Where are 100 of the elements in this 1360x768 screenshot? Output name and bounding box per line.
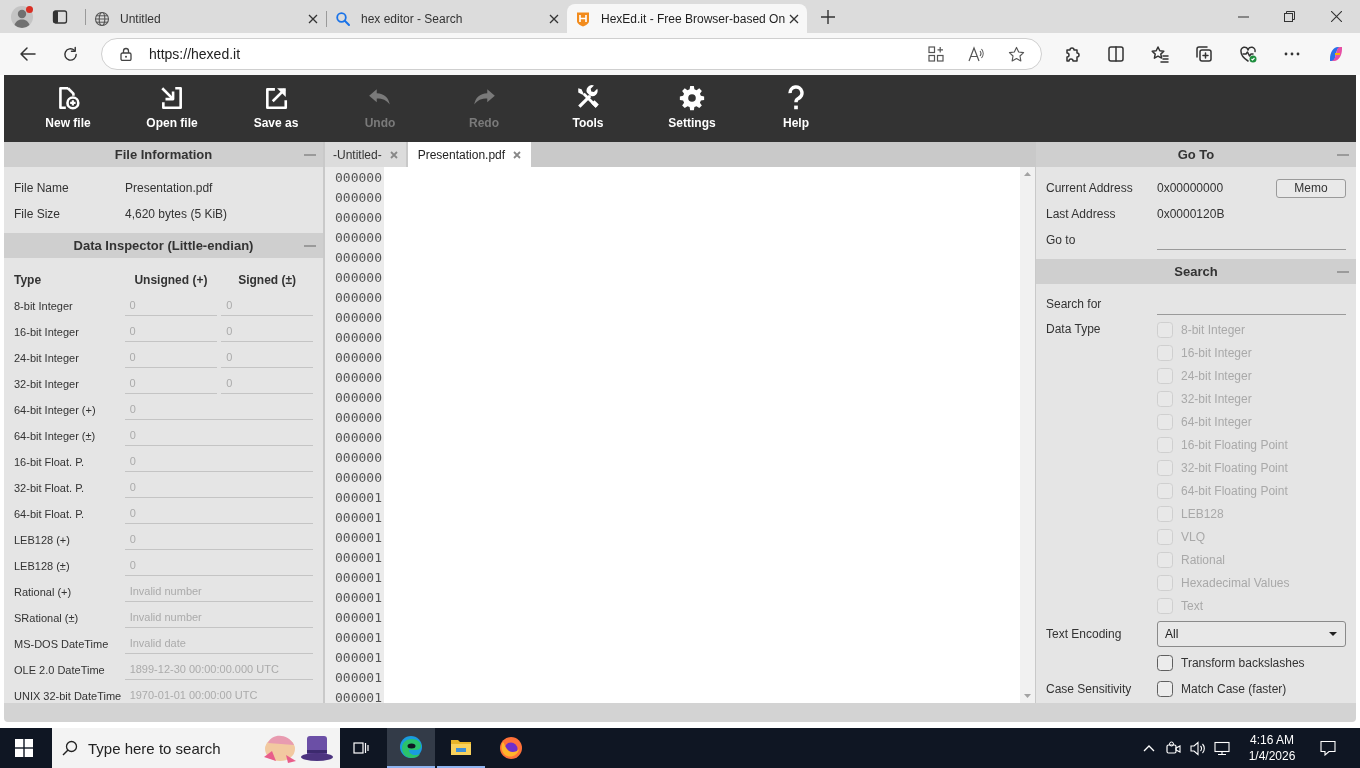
read-aloud-icon[interactable] — [968, 46, 984, 62]
panel-header: Search — [1036, 259, 1356, 284]
toolbar-button[interactable]: Save as — [224, 75, 328, 142]
close-icon[interactable] — [1331, 11, 1342, 22]
offset-label: 000000 — [335, 429, 383, 447]
speaker-icon[interactable] — [1190, 740, 1206, 756]
offset-label: 000000 — [335, 349, 383, 367]
chevron-up-icon[interactable] — [1143, 744, 1155, 752]
task-view-icon[interactable] — [353, 740, 369, 756]
network-monitor-icon[interactable] — [1214, 740, 1230, 756]
tools-icon — [575, 85, 601, 111]
tab-actions-icon[interactable] — [52, 8, 68, 25]
browser-tab[interactable]: Untitled — [86, 4, 326, 33]
taskbar-search-box[interactable]: Type here to search — [52, 728, 340, 768]
field-label: LEB128 (+) — [14, 532, 71, 548]
toolbar-button[interactable]: Help — [744, 75, 848, 142]
field-label: 16-bit Integer — [14, 324, 80, 340]
offset-label: 000000 — [335, 329, 383, 347]
field-label: 64-bit Integer (+) — [14, 402, 97, 418]
field-label: Go to — [1046, 232, 1077, 249]
search-icon — [335, 10, 351, 27]
profile-avatar-icon[interactable] — [10, 4, 34, 29]
field-label: OLE 2.0 DateTime — [14, 662, 106, 678]
text-encoding-dropdown[interactable]: All — [1157, 621, 1346, 647]
checkbox-label: VLQ — [1181, 528, 1205, 546]
field-label: Search for — [1046, 296, 1103, 313]
offset-label: 000001 — [335, 529, 383, 547]
folder-icon — [450, 738, 472, 756]
favorite-star-icon[interactable] — [1008, 45, 1025, 63]
field-label: UNIX 32-bit DateTime — [14, 688, 123, 703]
field-label: 16-bit Float. P. — [14, 454, 86, 470]
field-label: 32-bit Integer — [14, 376, 80, 392]
close-icon[interactable] — [789, 13, 799, 24]
field-value: 0x00000000 — [1157, 180, 1224, 197]
memo-button[interactable]: Memo — [1276, 178, 1346, 198]
settings-icon — [679, 85, 705, 111]
column-header: Type — [14, 272, 43, 289]
offset-label: 000000 — [335, 189, 383, 207]
taskbar-app-button[interactable] — [387, 728, 435, 768]
split-screen-icon[interactable] — [1107, 45, 1125, 63]
field-value: Presentation.pdf — [125, 180, 213, 197]
taskbar-clock[interactable]: 4:16 AM 1/4/2026 — [1242, 732, 1302, 764]
back-arrow-icon[interactable] — [19, 45, 37, 63]
field-label: LEB128 (±) — [14, 558, 71, 574]
toolbar-button[interactable]: Tools — [536, 75, 640, 142]
close-icon[interactable] — [308, 13, 318, 24]
offset-label: 000001 — [335, 589, 383, 607]
taskbar-search-field[interactable]: Type here to search — [88, 736, 238, 760]
offset-label: 000000 — [335, 169, 383, 187]
toolbar-button[interactable]: Settings — [640, 75, 744, 142]
browser-tab[interactable]: HexEd.it - Free Browser-based On — [567, 4, 807, 33]
restore-icon[interactable] — [1284, 11, 1295, 22]
heart-pulse-icon[interactable] — [1239, 45, 1257, 63]
checkbox-label: Match Case (faster) — [1181, 681, 1287, 698]
offset-label: 000001 — [335, 669, 383, 687]
field-label: 64-bit Float. P. — [14, 506, 86, 522]
file-tab[interactable]: -Untitled- — [325, 142, 406, 167]
browser-tab[interactable]: hex editor - Search — [327, 4, 567, 33]
field-value: 4,620 bytes (5 KiB) — [125, 206, 228, 223]
field-label: Text Encoding — [1046, 626, 1123, 643]
new-tab-icon[interactable] — [821, 9, 835, 24]
offset-label: 000001 — [335, 689, 383, 703]
globe-icon — [94, 10, 110, 27]
app-grid-icon[interactable] — [928, 46, 944, 62]
checkbox-label: 32-bit Integer — [1181, 390, 1252, 408]
copilot-icon[interactable] — [1327, 45, 1345, 63]
favorites-icon[interactable] — [1151, 45, 1169, 63]
meet-camera-icon[interactable] — [1166, 740, 1181, 756]
field-label: 24-bit Integer — [14, 350, 80, 366]
extensions-puzzle-icon[interactable] — [1063, 45, 1081, 63]
refresh-icon[interactable] — [62, 45, 79, 63]
checkbox[interactable] — [1157, 655, 1173, 671]
file-tab[interactable]: Presentation.pdf — [407, 142, 532, 167]
field-label: Current Address — [1046, 180, 1134, 197]
offset-label: 000000 — [335, 229, 383, 247]
field-label: 64-bit Integer (±) — [14, 428, 97, 444]
offset-label: 000000 — [335, 289, 383, 307]
shield-favicon-icon — [575, 10, 591, 27]
checkbox-label: 16-bit Integer — [1181, 344, 1252, 362]
windows-start-icon[interactable] — [15, 739, 33, 757]
firefox-icon — [499, 736, 523, 760]
field-label: SRational (±) — [14, 610, 80, 626]
toolbar-button[interactable]: Open file — [120, 75, 224, 142]
arrow-into-box-icon — [159, 85, 185, 111]
field-label: File Name — [14, 180, 70, 197]
checkbox-label: 64-bit Integer — [1181, 413, 1252, 431]
field-value: 0x0000120B — [1157, 206, 1225, 223]
offset-label: 000000 — [335, 389, 383, 407]
field-label: MS-DOS DateTime — [14, 636, 110, 652]
toolbar-button[interactable]: New file — [16, 75, 120, 142]
offset-label: 000000 — [335, 309, 383, 327]
offset-label: 000001 — [335, 649, 383, 667]
collections-icon[interactable] — [1195, 45, 1213, 63]
address-bar[interactable]: https://hexed.it — [101, 38, 1042, 70]
offset-label: 000000 — [335, 249, 383, 267]
notification-icon[interactable] — [1320, 740, 1336, 756]
offset-label: 000000 — [335, 469, 383, 487]
close-icon[interactable] — [549, 13, 559, 24]
checkbox[interactable] — [1157, 681, 1173, 697]
search-icon — [62, 740, 78, 756]
